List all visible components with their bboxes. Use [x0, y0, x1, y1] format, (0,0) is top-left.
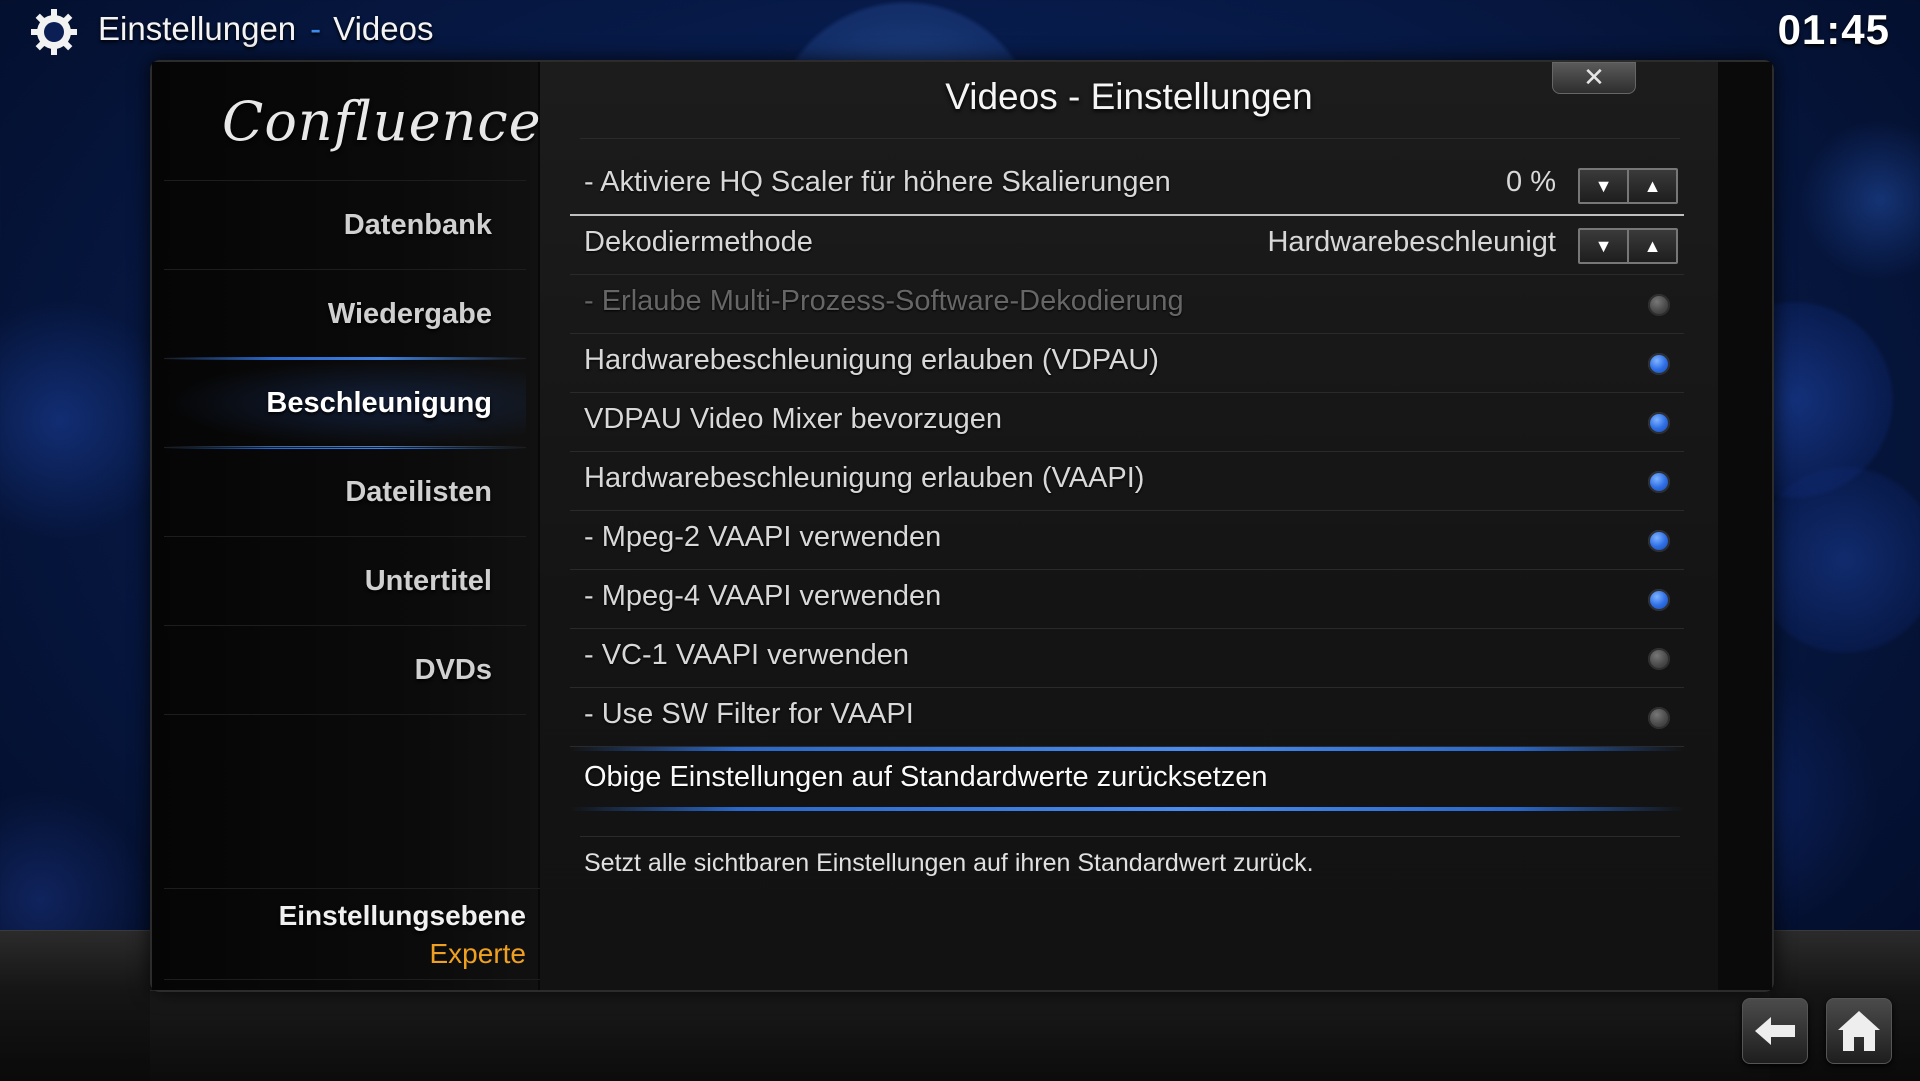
triangle-up-icon: ▲: [1643, 175, 1662, 196]
breadcrumb-separator: -: [310, 10, 322, 47]
value-spinner: ▼ ▲: [1578, 168, 1678, 204]
reset-defaults-button[interactable]: Obige Einstellungen auf Standardwerte zu…: [570, 747, 1684, 811]
sidebar-item-datenbank[interactable]: Datenbank: [164, 180, 526, 269]
toggle-indicator: [1648, 294, 1670, 316]
category-sidebar: Confluence Datenbank Wiedergabe Beschleu…: [152, 62, 560, 990]
settings-level-button[interactable]: Einstellungsebene Experte: [164, 888, 560, 980]
toggle-indicator[interactable]: [1648, 707, 1670, 729]
category-list: Datenbank Wiedergabe Beschleunigung Date…: [164, 180, 526, 715]
gear-icon: [31, 9, 77, 55]
setting-label: Hardwarebeschleunigung erlauben (VDPAU): [584, 344, 1159, 376]
setting-row-vdpau-mixer[interactable]: VDPAU Video Mixer bevorzugen: [570, 393, 1684, 452]
settings-dialog: Confluence Datenbank Wiedergabe Beschleu…: [150, 60, 1774, 992]
setting-row-multi-process-decoding: - Erlaube Multi-Prozess-Software-Dekodie…: [570, 275, 1684, 334]
setting-value: 0 %: [1506, 166, 1556, 198]
setting-row-mpeg4-vaapi[interactable]: - Mpeg-4 VAAPI verwenden: [570, 570, 1684, 629]
toggle-indicator[interactable]: [1648, 353, 1670, 375]
triangle-up-icon: ▲: [1643, 235, 1662, 256]
value-spinner: ▼ ▲: [1578, 228, 1678, 264]
settings-content: Videos - Einstellungen ✕ - Aktiviere HQ …: [540, 62, 1718, 990]
toggle-indicator[interactable]: [1648, 530, 1670, 552]
description-divider: [580, 836, 1680, 837]
spinner-down-button[interactable]: ▼: [1580, 230, 1627, 262]
sidebar-item-beschleunigung[interactable]: Beschleunigung: [164, 357, 526, 449]
panel-right-edge: [1718, 62, 1772, 990]
reset-defaults-label: Obige Einstellungen auf Standardwerte zu…: [584, 761, 1268, 793]
setting-row-decoding-method[interactable]: Dekodiermethode Hardwarebeschleunigt ▼ ▲: [570, 216, 1684, 275]
clock: 01:45: [1777, 6, 1890, 53]
home-icon: [1838, 1011, 1880, 1051]
settings-level-value: Experte: [429, 938, 527, 969]
confluence-logo: Confluence: [222, 90, 542, 153]
setting-row-vaapi[interactable]: Hardwarebeschleunigung erlauben (VAAPI): [570, 452, 1684, 511]
spinner-up-button[interactable]: ▲: [1627, 230, 1676, 262]
setting-row-mpeg2-vaapi[interactable]: - Mpeg-2 VAAPI verwenden: [570, 511, 1684, 570]
home-button[interactable]: [1826, 998, 1892, 1064]
toggle-indicator[interactable]: [1648, 648, 1670, 670]
sidebar-item-wiedergabe[interactable]: Wiedergabe: [164, 269, 526, 358]
setting-value: Hardwarebeschleunigt: [1267, 226, 1556, 258]
breadcrumb-section: Einstellungen: [98, 10, 297, 47]
back-button[interactable]: [1742, 998, 1808, 1064]
settings-list: - Aktiviere HQ Scaler für höhere Skalier…: [570, 156, 1684, 811]
toggle-indicator[interactable]: [1648, 589, 1670, 611]
close-icon: ✕: [1583, 62, 1605, 92]
setting-row-vdpau[interactable]: Hardwarebeschleunigung erlauben (VDPAU): [570, 334, 1684, 393]
setting-label: - Use SW Filter for VAAPI: [584, 698, 914, 730]
setting-label: - Mpeg-2 VAAPI verwenden: [584, 521, 942, 553]
setting-label: Hardwarebeschleunigung erlauben (VAAPI): [584, 462, 1145, 494]
sidebar-divider: [164, 714, 526, 715]
setting-label: - Erlaube Multi-Prozess-Software-Dekodie…: [584, 285, 1184, 317]
triangle-down-icon: ▼: [1594, 175, 1613, 196]
spinner-down-button[interactable]: ▼: [1580, 170, 1627, 202]
sidebar-item-dvds[interactable]: DVDs: [164, 625, 526, 714]
close-button[interactable]: ✕: [1552, 62, 1636, 94]
title-divider: [580, 138, 1680, 139]
toggle-indicator[interactable]: [1648, 471, 1670, 493]
toggle-indicator[interactable]: [1648, 412, 1670, 434]
breadcrumb: Einstellungen - Videos: [98, 10, 433, 48]
back-arrow-icon: [1755, 1017, 1795, 1045]
settings-level-label: Einstellungsebene: [278, 900, 526, 931]
setting-label: - Aktiviere HQ Scaler für höhere Skalier…: [584, 166, 1171, 198]
triangle-down-icon: ▼: [1594, 235, 1613, 256]
dialog-title: Videos - Einstellungen: [945, 76, 1313, 117]
spinner-up-button[interactable]: ▲: [1627, 170, 1676, 202]
setting-label: - Mpeg-4 VAAPI verwenden: [584, 580, 942, 612]
breadcrumb-subsection: Videos: [333, 10, 434, 47]
setting-label: Dekodiermethode: [584, 226, 813, 258]
bottom-info-strip: [150, 990, 1770, 1081]
sidebar-item-untertitel[interactable]: Untertitel: [164, 536, 526, 625]
sidebar-item-dateilisten[interactable]: Dateilisten: [164, 447, 526, 536]
top-header: Einstellungen - Videos 01:45: [0, 0, 1920, 62]
setting-description: Setzt alle sichtbaren Einstellungen auf …: [584, 849, 1314, 877]
setting-row-vc1-vaapi[interactable]: - VC-1 VAAPI verwenden: [570, 629, 1684, 688]
setting-row-hq-scaler[interactable]: - Aktiviere HQ Scaler für höhere Skalier…: [570, 156, 1684, 216]
setting-label: VDPAU Video Mixer bevorzugen: [584, 403, 1003, 435]
setting-row-sw-filter-vaapi[interactable]: - Use SW Filter for VAAPI: [570, 688, 1684, 747]
setting-label: - VC-1 VAAPI verwenden: [584, 639, 910, 671]
